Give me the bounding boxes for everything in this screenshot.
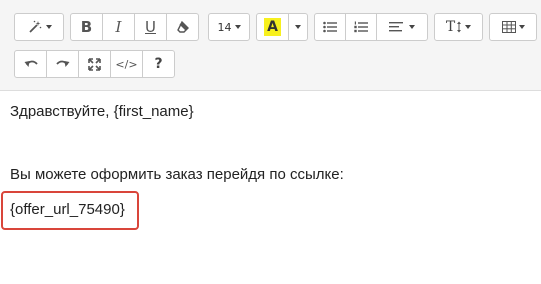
text-style-icon: T	[446, 19, 462, 35]
text-color-group: A	[256, 13, 308, 41]
paragraph-group	[314, 13, 428, 41]
eraser-icon	[176, 20, 190, 34]
text-style-button[interactable]: T	[434, 13, 483, 41]
bold-button[interactable]: B	[70, 13, 103, 41]
code-icon: </>	[115, 57, 138, 71]
redo-button[interactable]	[46, 50, 79, 78]
redo-icon	[55, 58, 71, 70]
order-line: Вы можете оформить заказ перейдя по ссыл…	[10, 166, 344, 183]
numbered-list-icon	[354, 21, 368, 33]
table-button[interactable]	[489, 13, 537, 41]
help-button[interactable]: ?	[142, 50, 175, 78]
table-icon	[501, 21, 516, 33]
font-size-button[interactable]: 14	[208, 13, 250, 41]
greeting-line: Здравствуйте, {first_name}	[10, 103, 194, 120]
editor-toolbar: B I U 14 A T </> ?	[0, 0, 541, 91]
font-style-group: B I U	[70, 13, 199, 41]
bulleted-list-button[interactable]	[314, 13, 346, 41]
magic-wand-icon	[27, 19, 43, 35]
history-group: </> ?	[14, 50, 175, 78]
chevron-down-icon	[45, 25, 52, 29]
undo-button[interactable]	[14, 50, 47, 78]
chevron-down-icon	[234, 25, 241, 29]
chevron-down-icon	[518, 25, 525, 29]
magic-wand-style-button[interactable]	[14, 13, 64, 41]
code-view-button[interactable]: </>	[110, 50, 143, 78]
text-style-label: T	[445, 19, 456, 35]
editor-content[interactable]: Здравствуйте, {first_name} Вы можете офо…	[0, 91, 541, 284]
underline-button[interactable]: U	[134, 13, 167, 41]
italic-button[interactable]: I	[102, 13, 135, 41]
fullscreen-button[interactable]	[78, 50, 111, 78]
align-button[interactable]	[376, 13, 428, 41]
undo-icon	[23, 58, 39, 70]
chevron-down-icon	[295, 25, 301, 29]
clear-formatting-button[interactable]	[166, 13, 199, 41]
bulleted-list-icon	[323, 21, 337, 33]
help-icon: ?	[154, 56, 163, 72]
text-highlight-button[interactable]: A	[256, 13, 289, 41]
offer-url-placeholder: {offer_url_75490}	[10, 201, 125, 218]
highlight-color-icon: A	[264, 18, 281, 36]
color-dropdown-button[interactable]	[288, 13, 308, 41]
font-size-value: 14	[217, 20, 232, 34]
chevron-down-icon	[409, 25, 415, 29]
align-left-icon	[389, 21, 403, 33]
numbered-list-button[interactable]	[345, 13, 377, 41]
fullscreen-icon	[88, 57, 101, 71]
chevron-down-icon	[465, 25, 472, 29]
